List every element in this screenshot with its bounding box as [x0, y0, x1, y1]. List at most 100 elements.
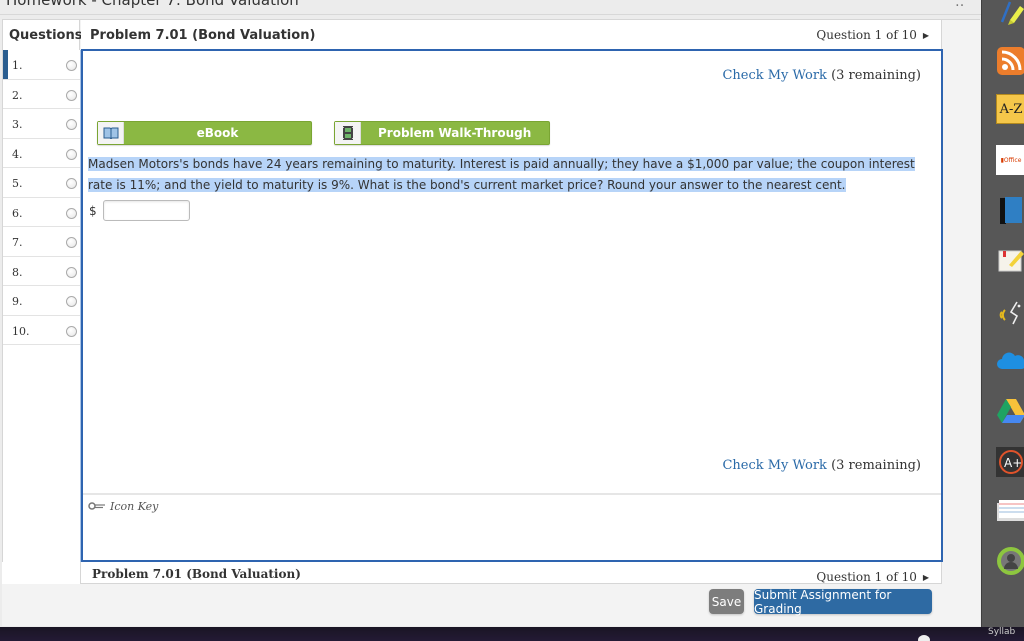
content-divider [83, 493, 941, 495]
status-circle-icon [66, 266, 77, 278]
book-icon [1000, 197, 1022, 224]
taskbar [0, 627, 1024, 641]
questions-header: Questions [2, 19, 83, 50]
window-overflow-indicator[interactable]: ‥ [955, 0, 964, 10]
question-item-8[interactable]: 8. [3, 257, 80, 286]
dock-notes[interactable] [996, 245, 1024, 275]
status-circle-icon [66, 119, 77, 130]
question-item-2[interactable]: 2. [3, 80, 80, 109]
answer-input[interactable] [103, 200, 190, 221]
status-circle-icon [66, 207, 77, 219]
problem-header: Problem 7.01 (Bond Valuation) Question 1… [81, 19, 942, 50]
rss-icon [997, 47, 1024, 75]
problem-title: Problem 7.01 (Bond Valuation) [90, 28, 316, 43]
user-avatar-icon [997, 547, 1024, 575]
question-item-5[interactable]: 5. [3, 168, 80, 198]
check-work-top: Check My Work (3 remaining) [722, 68, 921, 83]
az-icon: A-Z [999, 101, 1023, 117]
dock-dictionary[interactable]: A-Z [996, 94, 1024, 124]
dock-onedrive[interactable] [996, 345, 1024, 375]
submit-assignment-button[interactable]: Submit Assignment for Grading [754, 588, 932, 616]
question-item-9[interactable]: 9. [3, 286, 80, 316]
dock-google-drive[interactable] [996, 395, 1024, 425]
cloud-icon [997, 352, 1024, 369]
currency-symbol: $ [89, 204, 97, 218]
question-number: 10. [12, 324, 30, 338]
question-number: 8. [12, 265, 23, 279]
footer-left-cell [2, 562, 81, 584]
dock-profile[interactable] [996, 546, 1024, 576]
notebook-pencil-icon [998, 250, 1024, 272]
attempts-remaining: (3 remaining) [831, 458, 921, 473]
status-circle-icon [66, 60, 77, 71]
dock-text-to-speech[interactable] [996, 297, 1024, 327]
status-circle-icon [66, 148, 77, 160]
question-number: 1. [12, 59, 23, 72]
office-icon: ▮Office [1000, 156, 1022, 164]
question-number: 5. [12, 177, 23, 190]
status-circle-icon [66, 178, 77, 189]
play-arrow-icon: ▶ [922, 31, 929, 40]
status-circle-icon [66, 89, 77, 101]
question-item-10[interactable]: 10. [3, 316, 80, 345]
footer-nav-label: Question 1 of 10 [816, 570, 917, 584]
status-circle-icon [66, 296, 77, 307]
play-arrow-icon: ▶ [922, 573, 929, 582]
question-list: 1. 2. 3. 4. 5. 6. 7. 8. 9. 10. [2, 50, 81, 584]
question-text-highlighted: Madsen Motors's bonds have 24 years rema… [88, 157, 915, 192]
check-work-bottom: Check My Work (3 remaining) [722, 458, 921, 473]
icon-key-label: Icon Key [110, 500, 159, 513]
ebook-label: eBook [196, 126, 239, 140]
question-number: 9. [12, 295, 23, 308]
open-book-icon [98, 122, 124, 144]
taskbar-indicator [918, 635, 930, 641]
icon-key-link[interactable]: Icon Key [88, 500, 158, 513]
drive-icon [997, 399, 1024, 423]
question-nav-next[interactable]: Question 1 of 10 ▶ [816, 28, 929, 42]
question-item-1[interactable]: 1. [3, 50, 80, 80]
footer-question-nav-next[interactable]: Question 1 of 10 ▶ [816, 570, 929, 584]
dock-grade[interactable]: A+ [996, 447, 1024, 477]
ebook-button[interactable]: eBook [97, 121, 312, 145]
question-number: 7. [12, 236, 23, 249]
a-plus-icon: A+ [999, 450, 1023, 474]
dock-highlighter[interactable] [996, 0, 1024, 30]
status-circle-icon [66, 325, 77, 337]
check-my-work-link[interactable]: Check My Work [722, 458, 827, 473]
question-text: Madsen Motors's bonds have 24 years rema… [88, 154, 925, 196]
dock-cut-label: Syllab [988, 627, 1016, 637]
questions-header-label: Questions [9, 28, 83, 43]
svg-text:A+: A+ [1004, 456, 1022, 470]
index-cards-icon [997, 500, 1024, 521]
dock-rss[interactable] [996, 46, 1024, 76]
question-nav-label: Question 1 of 10 [816, 28, 917, 42]
key-icon [88, 500, 106, 513]
problem-footer: Problem 7.01 (Bond Valuation) Question 1… [2, 562, 942, 584]
check-my-work-link[interactable]: Check My Work [722, 68, 827, 83]
problem-walkthrough-button[interactable]: Problem Walk-Through [334, 121, 550, 145]
question-number: 4. [12, 147, 23, 161]
question-item-6[interactable]: 6. [3, 198, 80, 227]
dock-office[interactable]: ▮Office [996, 145, 1024, 175]
save-button[interactable]: Save [709, 589, 744, 614]
pen-highlighter-icon [1000, 1, 1024, 25]
question-number: 3. [12, 118, 23, 131]
question-item-3[interactable]: 3. [3, 109, 80, 139]
right-dock-toolbar: A-Z ▮Office A+ Syllab [981, 0, 1024, 637]
speech-icon [999, 301, 1021, 325]
dock-index-cards[interactable] [996, 495, 1024, 525]
footer-problem-title: Problem 7.01 (Bond Valuation) [92, 567, 301, 581]
dock-ebook[interactable] [996, 195, 1024, 225]
question-number: 2. [12, 88, 23, 102]
question-item-7[interactable]: 7. [3, 227, 80, 257]
film-strip-icon [335, 122, 361, 144]
walkthrough-label: Problem Walk-Through [378, 126, 532, 140]
window-title: Homework - Chapter 7: Bond Valuation [6, 0, 299, 9]
status-circle-icon [66, 237, 77, 248]
question-item-4[interactable]: 4. [3, 139, 80, 168]
title-divider [0, 14, 981, 15]
office-label: Office [1003, 156, 1022, 164]
question-number: 6. [12, 206, 23, 220]
problem-content: Check My Work (3 remaining) eBook Proble… [81, 49, 943, 562]
attempts-remaining: (3 remaining) [831, 68, 921, 83]
